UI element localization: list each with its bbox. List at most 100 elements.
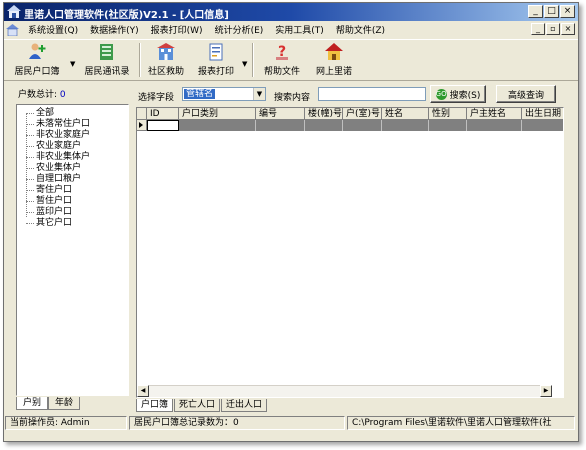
tab-age[interactable]: 年龄 — [48, 397, 81, 410]
toolbar-separator — [139, 43, 141, 77]
resident-book-button[interactable]: 居民户口簿 — [10, 42, 64, 78]
grid-cell[interactable] — [467, 120, 522, 131]
online-rino-label: 网上里诺 — [315, 67, 352, 77]
community-aid-label: 社区救助 — [147, 67, 184, 77]
household-type-tree[interactable]: 全部 未落常住户口 非农业家庭户 农业家庭户 非农业集体户 农业集体户 自理口粮… — [16, 104, 129, 396]
household-count: 户数总计: 0 — [16, 83, 129, 103]
grid-cell[interactable] — [305, 120, 343, 131]
tree-item-self-grain[interactable]: 自理口粮户 — [26, 174, 81, 184]
title-bar[interactable]: 里诺人口管理软件(社区版)V2.1 - [人口信息] _ □ × — [4, 3, 578, 21]
column-header[interactable]: 户(室)号 — [343, 108, 382, 120]
menu-help[interactable]: 帮助文件(Z) — [330, 23, 391, 36]
chevron-down-icon[interactable]: ▼ — [253, 88, 265, 100]
field-select-label: 选择字段 — [138, 93, 175, 103]
column-header[interactable]: ID — [147, 108, 179, 120]
grid-cell[interactable] — [147, 120, 179, 131]
report-print-dropdown-icon[interactable]: ▼ — [242, 60, 247, 68]
tree-item-non-agri-collective[interactable]: 非农业集体户 — [26, 152, 90, 162]
menu-report-print[interactable]: 报表打印(W) — [145, 23, 209, 36]
resident-contacts-label: 居民通讯录 — [84, 67, 130, 77]
close-button[interactable]: × — [560, 5, 575, 18]
grid-cell[interactable] — [256, 120, 305, 131]
tree-item-agri-collective[interactable]: 农业集体户 — [26, 163, 81, 173]
grid-cell[interactable] — [429, 120, 467, 131]
household-count-label: 户数总计: — [18, 90, 58, 100]
household-count-value: 0 — [59, 90, 66, 100]
tab-household-type[interactable]: 户别 — [16, 397, 49, 410]
population-grid[interactable]: ID 户口类别 编号 楼(幢)号 户(室)号 姓名 性别 户主姓名 出生日期 ◀… — [136, 107, 564, 398]
scroll-right-icon[interactable]: ▶ — [540, 385, 552, 397]
community-building-icon — [157, 43, 175, 60]
community-aid-button[interactable]: 社区救助 — [144, 42, 188, 78]
tab-deceased[interactable]: 死亡人口 — [174, 399, 221, 412]
tree-item-non-agri-family[interactable]: 非农业家庭户 — [26, 130, 90, 140]
scroll-left-icon[interactable]: ◀ — [137, 385, 149, 397]
menu-utilities[interactable]: 实用工具(T) — [269, 23, 330, 36]
grid-cell[interactable] — [382, 120, 429, 131]
left-tabs: 户别 年龄 — [16, 397, 81, 411]
toolbar: 居民户口簿 ▼ 居民通讯录 社区救助 报表打印 ▼ ? 帮助文件 网上里诺 — [4, 39, 578, 81]
column-header[interactable]: 编号 — [256, 108, 305, 120]
search-input[interactable] — [318, 87, 426, 101]
app-house-icon — [7, 5, 21, 18]
search-button-label: 搜索(S) — [449, 90, 481, 101]
maximize-button[interactable]: □ — [544, 5, 559, 18]
child-close-button[interactable]: × — [561, 23, 575, 35]
column-header[interactable]: 楼(幢)号 — [305, 108, 343, 120]
contacts-book-icon — [100, 44, 113, 60]
home-icon — [325, 43, 343, 60]
go-icon: GO — [435, 88, 447, 100]
row-header-corner — [137, 108, 147, 120]
tree-item-blue-stamp[interactable]: 蓝印户口 — [26, 207, 72, 217]
main-window: 里诺人口管理软件(社区版)V2.1 - [人口信息] _ □ × 系统设置(Q)… — [3, 2, 579, 442]
column-header[interactable]: 出生日期 — [522, 108, 563, 120]
help-file-label: 帮助文件 — [263, 67, 300, 77]
column-header[interactable]: 户口类别 — [179, 108, 256, 120]
grid-cell[interactable] — [179, 120, 256, 131]
right-panel: 选择字段 管辖名 ▼ 搜索内容 GO 搜索(S) 高级查询 ID 户口类别 编号… — [132, 83, 577, 413]
status-record-count: 居民户口簿总记录数为：0 — [129, 416, 345, 430]
help-file-button[interactable]: ? 帮助文件 — [260, 42, 304, 78]
grid-tabs: 户口簿 死亡人口 迁出人口 — [136, 399, 268, 413]
report-print-label: 报表打印 — [197, 67, 234, 77]
status-bar: 当前操作员: Admin 居民户口簿总记录数为：0 C:\Program Fil… — [4, 415, 578, 431]
search-content-label: 搜索内容 — [274, 93, 311, 103]
child-restore-button[interactable]: ▫ — [546, 23, 560, 35]
menu-statistics[interactable]: 统计分析(E) — [209, 23, 270, 36]
tree-item-temporary[interactable]: 暂住户口 — [26, 196, 72, 206]
column-header[interactable]: 性别 — [429, 108, 467, 120]
report-document-icon — [209, 43, 223, 61]
child-minimize-button[interactable]: _ — [531, 23, 545, 35]
tree-item-other[interactable]: 其它户口 — [26, 218, 72, 228]
menu-system-settings[interactable]: 系统设置(Q) — [22, 23, 84, 36]
row-indicator[interactable] — [137, 120, 147, 131]
column-header[interactable]: 姓名 — [382, 108, 429, 120]
tree-item-all[interactable]: 全部 — [26, 108, 54, 118]
left-panel: 户数总计: 0 全部 未落常住户口 非农业家庭户 农业家庭户 非农业集体户 农业… — [16, 83, 129, 413]
document-house-icon[interactable] — [6, 23, 19, 36]
tab-moved-out[interactable]: 迁出人口 — [221, 399, 268, 412]
search-button[interactable]: GO 搜索(S) — [430, 85, 486, 103]
menu-data-operations[interactable]: 数据操作(Y) — [84, 23, 145, 36]
online-rino-button[interactable]: 网上里诺 — [312, 42, 356, 78]
resident-contacts-button[interactable]: 居民通讯录 — [80, 42, 134, 78]
column-header[interactable]: 户主姓名 — [467, 108, 522, 120]
current-row-arrow-icon — [139, 122, 143, 128]
status-path: C:\Program Files\里诺软件\里诺人口管理软件(社 — [347, 416, 575, 430]
tree-item-lodging[interactable]: 寄住户口 — [26, 185, 72, 195]
minimize-button[interactable]: _ — [528, 5, 543, 18]
advanced-query-button[interactable]: 高级查询 — [496, 85, 556, 103]
grid-cell[interactable] — [522, 120, 563, 131]
report-print-button[interactable]: 报表打印 — [194, 42, 238, 78]
resident-book-dropdown-icon[interactable]: ▼ — [70, 60, 75, 68]
tab-household-book[interactable]: 户口簿 — [136, 399, 174, 412]
status-operator: 当前操作员: Admin — [5, 416, 127, 430]
tree-item-unregistered[interactable]: 未落常住户口 — [26, 119, 90, 129]
resident-book-label: 居民户口簿 — [14, 67, 60, 77]
field-select[interactable]: 管辖名 ▼ — [182, 87, 266, 101]
window-title: 里诺人口管理软件(社区版)V2.1 - [人口信息] — [24, 10, 229, 21]
tree-item-agri-family[interactable]: 农业家庭户 — [26, 141, 81, 151]
field-select-value: 管辖名 — [184, 89, 216, 99]
horizontal-scrollbar[interactable]: ◀ ▶ — [137, 385, 552, 397]
grid-cell[interactable] — [343, 120, 382, 131]
